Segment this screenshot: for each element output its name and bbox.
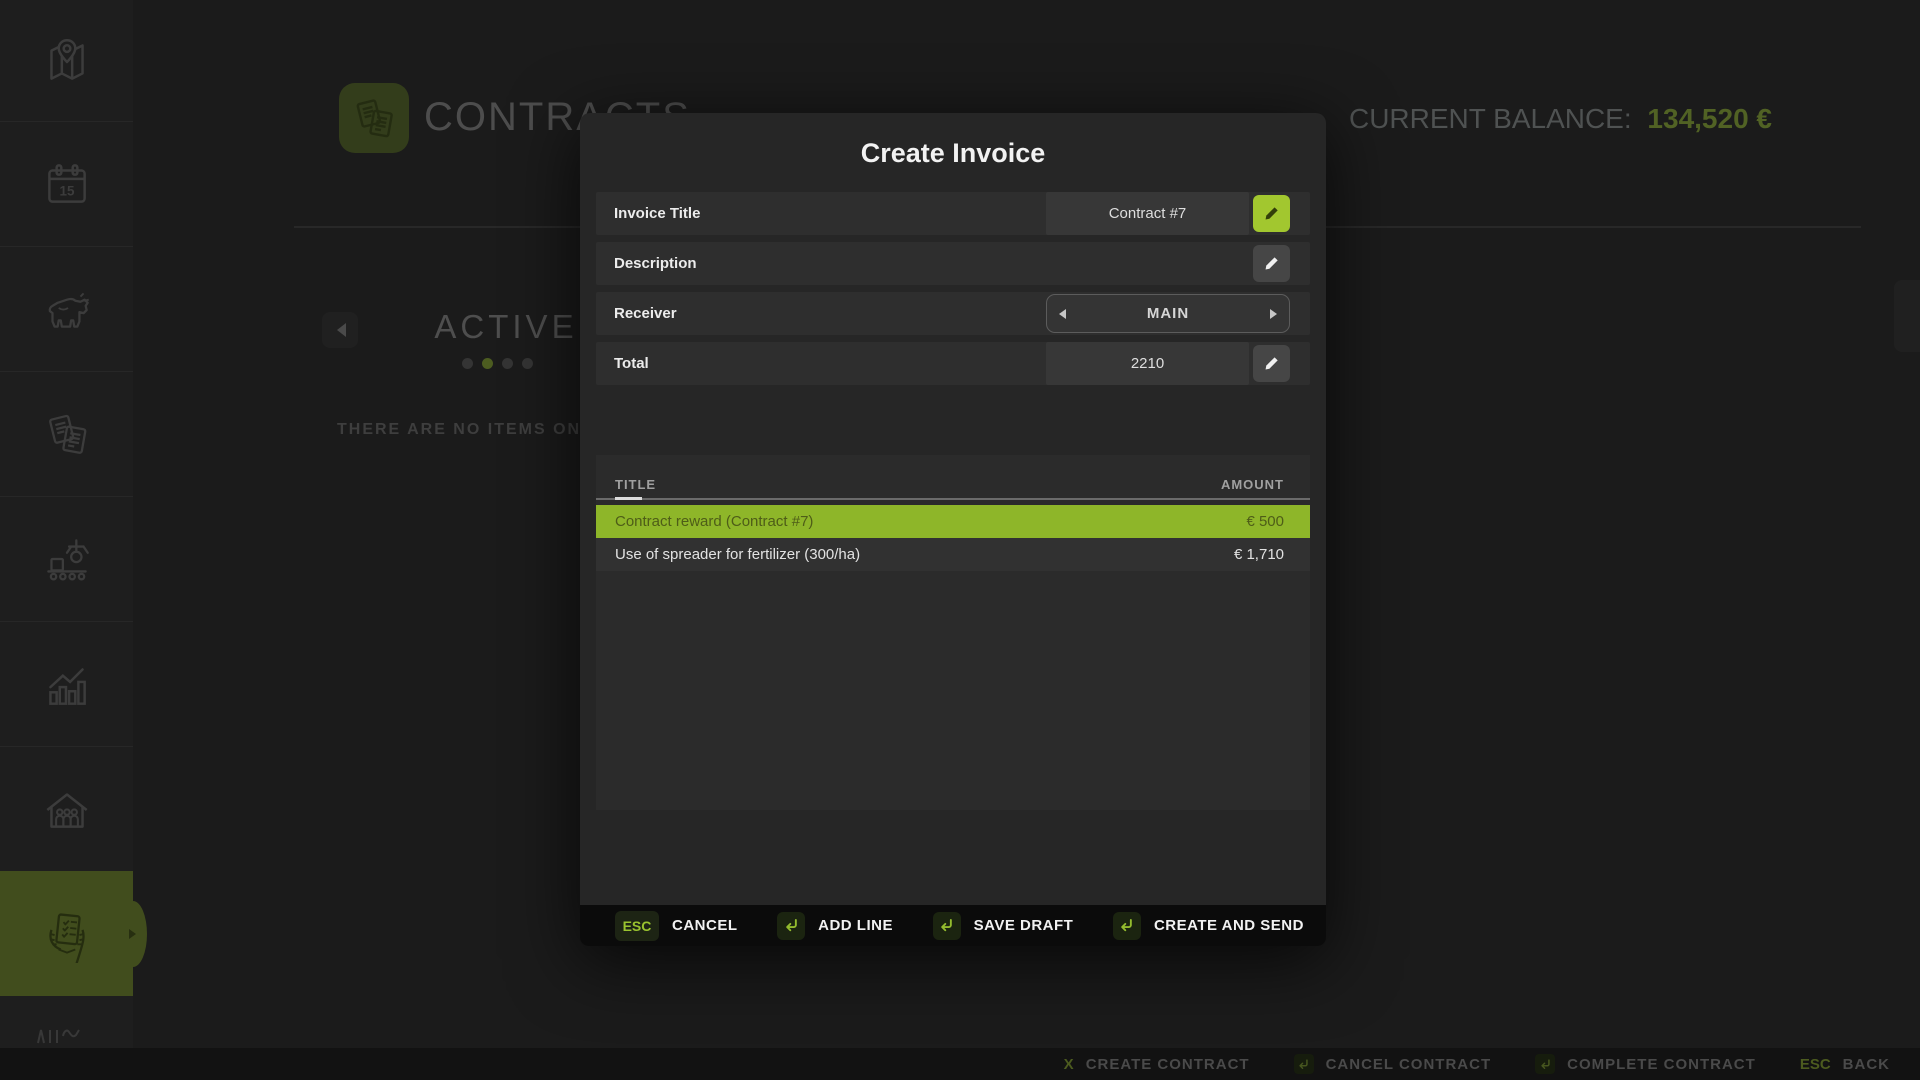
workers-icon bbox=[38, 780, 96, 838]
back-button[interactable]: ESC BACK bbox=[1800, 1056, 1890, 1073]
svg-text:15: 15 bbox=[59, 183, 74, 198]
table-row[interactable]: Use of spreader for fertilizer (300/ha) … bbox=[596, 538, 1310, 571]
create-contract-button[interactable]: X CREATE CONTRACT bbox=[1064, 1056, 1250, 1073]
chevron-left-icon bbox=[330, 323, 346, 337]
description-value[interactable] bbox=[1046, 242, 1249, 285]
save-draft-button[interactable]: SAVE DRAFT bbox=[933, 912, 1074, 940]
calendar-icon: 15 bbox=[38, 155, 96, 213]
sidebar-item-workers[interactable] bbox=[0, 746, 133, 872]
statistics-icon bbox=[38, 655, 96, 713]
next-tab-button[interactable] bbox=[1894, 280, 1920, 352]
esc-key-badge: ESC bbox=[1800, 1056, 1831, 1073]
table-row-selected[interactable]: Contract reward (Contract #7) € 500 bbox=[596, 505, 1310, 538]
pager-dot[interactable] bbox=[462, 358, 473, 369]
create-and-send-button[interactable]: CREATE AND SEND bbox=[1113, 912, 1304, 940]
edit-total-button[interactable] bbox=[1253, 345, 1290, 382]
invoice-form: Invoice Title Contract #7 Description Re… bbox=[596, 192, 1310, 392]
current-balance: CURRENT BALANCE: 134,520 € bbox=[1349, 103, 1772, 135]
enter-key-icon bbox=[1535, 1054, 1555, 1074]
selected-tab-arrow bbox=[129, 929, 141, 939]
line-title: Contract reward (Contract #7) bbox=[615, 513, 813, 530]
esc-key-badge: ESC bbox=[615, 911, 659, 941]
map-icon bbox=[38, 32, 96, 90]
pager-dot-active[interactable] bbox=[482, 358, 493, 369]
create-invoice-dialog: Create Invoice Invoice Title Contract #7… bbox=[580, 113, 1326, 946]
field-label: Total bbox=[596, 355, 1046, 372]
contracts-documents-icon bbox=[346, 90, 402, 146]
page-footer-bar: X CREATE CONTRACT CANCEL CONTRACT COMPLE… bbox=[0, 1048, 1920, 1080]
total-value[interactable]: 2210 bbox=[1046, 342, 1249, 385]
receiver-spinner[interactable]: MAIN bbox=[1046, 294, 1290, 333]
production-icon bbox=[38, 530, 96, 588]
edit-description-button[interactable] bbox=[1253, 245, 1290, 282]
field-invoice-title: Invoice Title Contract #7 bbox=[596, 192, 1310, 235]
enter-key-icon bbox=[1113, 912, 1141, 940]
spinner-right-arrow-icon[interactable] bbox=[1270, 309, 1277, 319]
sidebar-item-missions-selected[interactable] bbox=[0, 871, 133, 996]
complete-contract-button[interactable]: COMPLETE CONTRACT bbox=[1535, 1054, 1756, 1074]
pencil-icon bbox=[1262, 204, 1281, 223]
pencil-icon bbox=[1262, 354, 1281, 373]
sort-indicator bbox=[615, 497, 642, 500]
pager-dot[interactable] bbox=[522, 358, 533, 369]
invoice-title-value[interactable]: Contract #7 bbox=[1046, 192, 1249, 235]
sidebar-item-map[interactable] bbox=[0, 0, 133, 122]
cow-icon bbox=[38, 280, 96, 338]
dialog-action-bar: ESC CANCEL ADD LINE SAVE DRAFT CREATE A bbox=[580, 905, 1326, 946]
line-amount: € 500 bbox=[1246, 513, 1284, 530]
add-line-button[interactable]: ADD LINE bbox=[777, 912, 893, 940]
pencil-icon bbox=[1262, 254, 1281, 273]
invoice-lines-panel: TITLE AMOUNT Contract reward (Contract #… bbox=[596, 455, 1310, 810]
sidebar-item-production[interactable] bbox=[0, 496, 133, 622]
field-description: Description bbox=[596, 242, 1310, 285]
field-total: Total 2210 bbox=[596, 342, 1310, 385]
field-label: Description bbox=[596, 255, 1046, 272]
field-label: Invoice Title bbox=[596, 205, 1046, 222]
missions-icon bbox=[38, 905, 96, 963]
dialog-title: Create Invoice bbox=[580, 138, 1326, 169]
game-screen: 15 bbox=[0, 0, 1920, 1080]
enter-key-icon bbox=[933, 912, 961, 940]
field-receiver: Receiver MAIN bbox=[596, 292, 1310, 335]
cancel-button[interactable]: ESC CANCEL bbox=[615, 911, 738, 941]
enter-key-icon bbox=[1294, 1054, 1314, 1074]
edit-invoice-title-button[interactable] bbox=[1253, 195, 1290, 232]
sidebar-item-partial bbox=[30, 1022, 86, 1049]
field-label: Receiver bbox=[596, 305, 1046, 322]
line-amount: € 1,710 bbox=[1234, 546, 1284, 563]
sidebar-item-statistics[interactable] bbox=[0, 621, 133, 747]
table-header: TITLE AMOUNT bbox=[596, 455, 1310, 498]
balance-label: CURRENT BALANCE: bbox=[1349, 103, 1632, 134]
pager-dots bbox=[462, 358, 533, 369]
balance-value: 134,520 € bbox=[1647, 103, 1772, 134]
x-key-badge: X bbox=[1064, 1056, 1074, 1073]
pager-dot[interactable] bbox=[502, 358, 513, 369]
previous-tab-button[interactable] bbox=[322, 312, 358, 348]
contracts-page-icon bbox=[339, 83, 409, 153]
line-title: Use of spreader for fertilizer (300/ha) bbox=[615, 546, 860, 563]
table-header-divider bbox=[596, 498, 1310, 500]
sidebar-item-animals[interactable] bbox=[0, 246, 133, 372]
column-amount: AMOUNT bbox=[1221, 477, 1284, 492]
sidebar-item-documents[interactable] bbox=[0, 371, 133, 497]
column-title: TITLE bbox=[615, 477, 656, 492]
documents-icon bbox=[38, 405, 96, 463]
sidebar: 15 bbox=[0, 0, 133, 1080]
receiver-value: MAIN bbox=[1147, 305, 1189, 322]
sidebar-item-calendar[interactable]: 15 bbox=[0, 121, 133, 247]
spinner-left-arrow-icon[interactable] bbox=[1059, 309, 1066, 319]
cancel-contract-button[interactable]: CANCEL CONTRACT bbox=[1294, 1054, 1492, 1074]
enter-key-icon bbox=[777, 912, 805, 940]
